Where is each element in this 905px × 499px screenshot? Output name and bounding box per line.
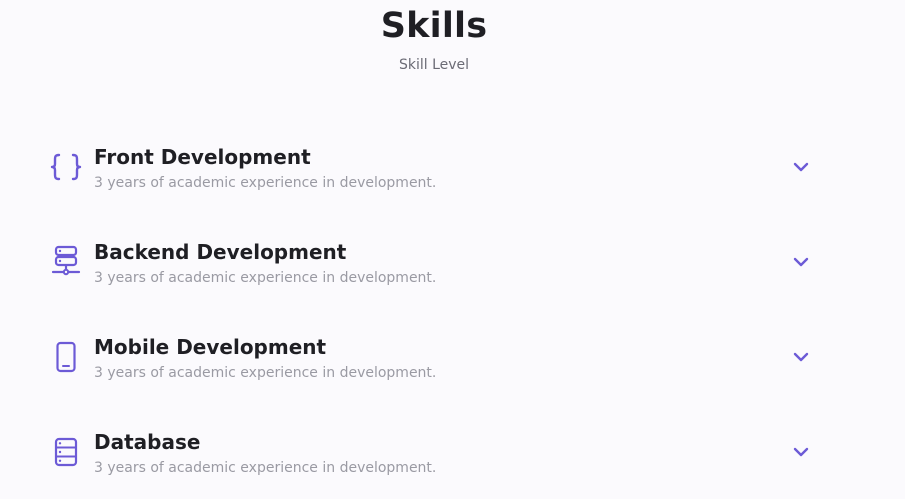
server-icon (46, 242, 86, 282)
page-subtitle: Skill Level (398, 57, 470, 73)
skill-title: Database (94, 430, 201, 454)
skill-description: 3 years of academic experience in develo… (94, 460, 437, 476)
skill-description: 3 years of academic experience in develo… (94, 365, 437, 381)
skill-item-backend-development[interactable]: Backend Development 3 years of academic … (46, 240, 826, 300)
chevron-down-icon[interactable] (791, 347, 811, 367)
chevron-down-icon[interactable] (791, 442, 811, 462)
skill-title: Mobile Development (94, 335, 327, 359)
chevron-down-icon[interactable] (791, 252, 811, 272)
database-icon (46, 432, 86, 472)
skill-item-database[interactable]: Database 3 years of academic experience … (46, 430, 826, 490)
smartphone-icon (46, 337, 86, 377)
skill-item-front-development[interactable]: Front Development 3 years of academic ex… (46, 145, 826, 205)
skill-item-mobile-development[interactable]: Mobile Development 3 years of academic e… (46, 335, 826, 395)
chevron-down-icon[interactable] (791, 157, 811, 177)
skill-description: 3 years of academic experience in develo… (94, 175, 437, 191)
skill-title: Front Development (94, 145, 311, 169)
skill-title: Backend Development (94, 240, 347, 264)
page-title: Skills (380, 6, 488, 46)
braces-icon (46, 147, 86, 187)
skill-description: 3 years of academic experience in develo… (94, 270, 437, 286)
